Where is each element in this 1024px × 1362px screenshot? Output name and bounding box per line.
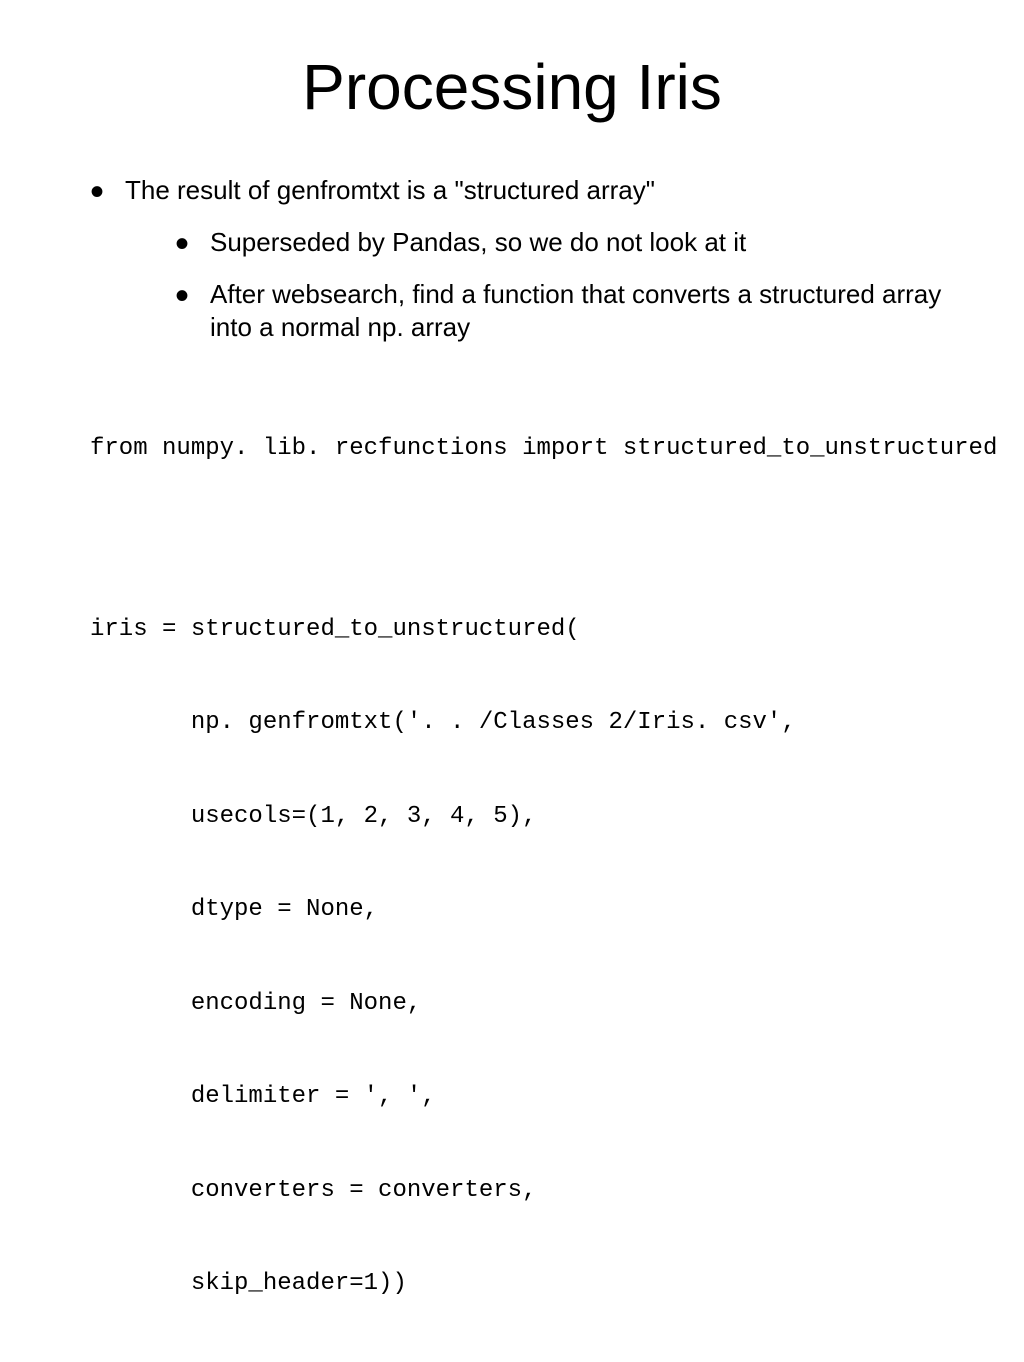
code-line-3: usecols=(1, 2, 3, 4, 5), xyxy=(90,801,974,832)
slide-container: Processing Iris The result of genfromtxt… xyxy=(0,0,1024,768)
slide-title: Processing Iris xyxy=(50,50,974,124)
sub-bullet-item-1: Superseded by Pandas, so we do not look … xyxy=(175,226,974,260)
bullet-item-main: The result of genfromtxt is a "structure… xyxy=(90,174,974,345)
code-line-4: dtype = None, xyxy=(90,894,974,925)
code-block-import: from numpy. lib. recfunctions import str… xyxy=(50,370,974,526)
code-line-2: np. genfromtxt('. . /Classes 2/Iris. csv… xyxy=(90,707,974,738)
code-block-iris: iris = structured_to_unstructured( np. g… xyxy=(50,551,974,1362)
bullet-text-main: The result of genfromtxt is a "structure… xyxy=(125,175,655,205)
sub-bullet-list: Superseded by Pandas, so we do not look … xyxy=(125,226,974,345)
code-line-7: converters = converters, xyxy=(90,1175,974,1206)
sub-bullet-text-2: After websearch, find a function that co… xyxy=(210,279,941,343)
sub-bullet-item-2: After websearch, find a function that co… xyxy=(175,278,974,346)
code-line-1: iris = structured_to_unstructured( xyxy=(90,614,974,645)
code-line-6: delimiter = ', ', xyxy=(90,1081,974,1112)
code-line-import: from numpy. lib. recfunctions import str… xyxy=(90,433,974,464)
code-line-5: encoding = None, xyxy=(90,988,974,1019)
bullet-list: The result of genfromtxt is a "structure… xyxy=(50,174,974,345)
code-line-8: skip_header=1)) xyxy=(90,1268,974,1299)
sub-bullet-text-1: Superseded by Pandas, so we do not look … xyxy=(210,227,746,257)
